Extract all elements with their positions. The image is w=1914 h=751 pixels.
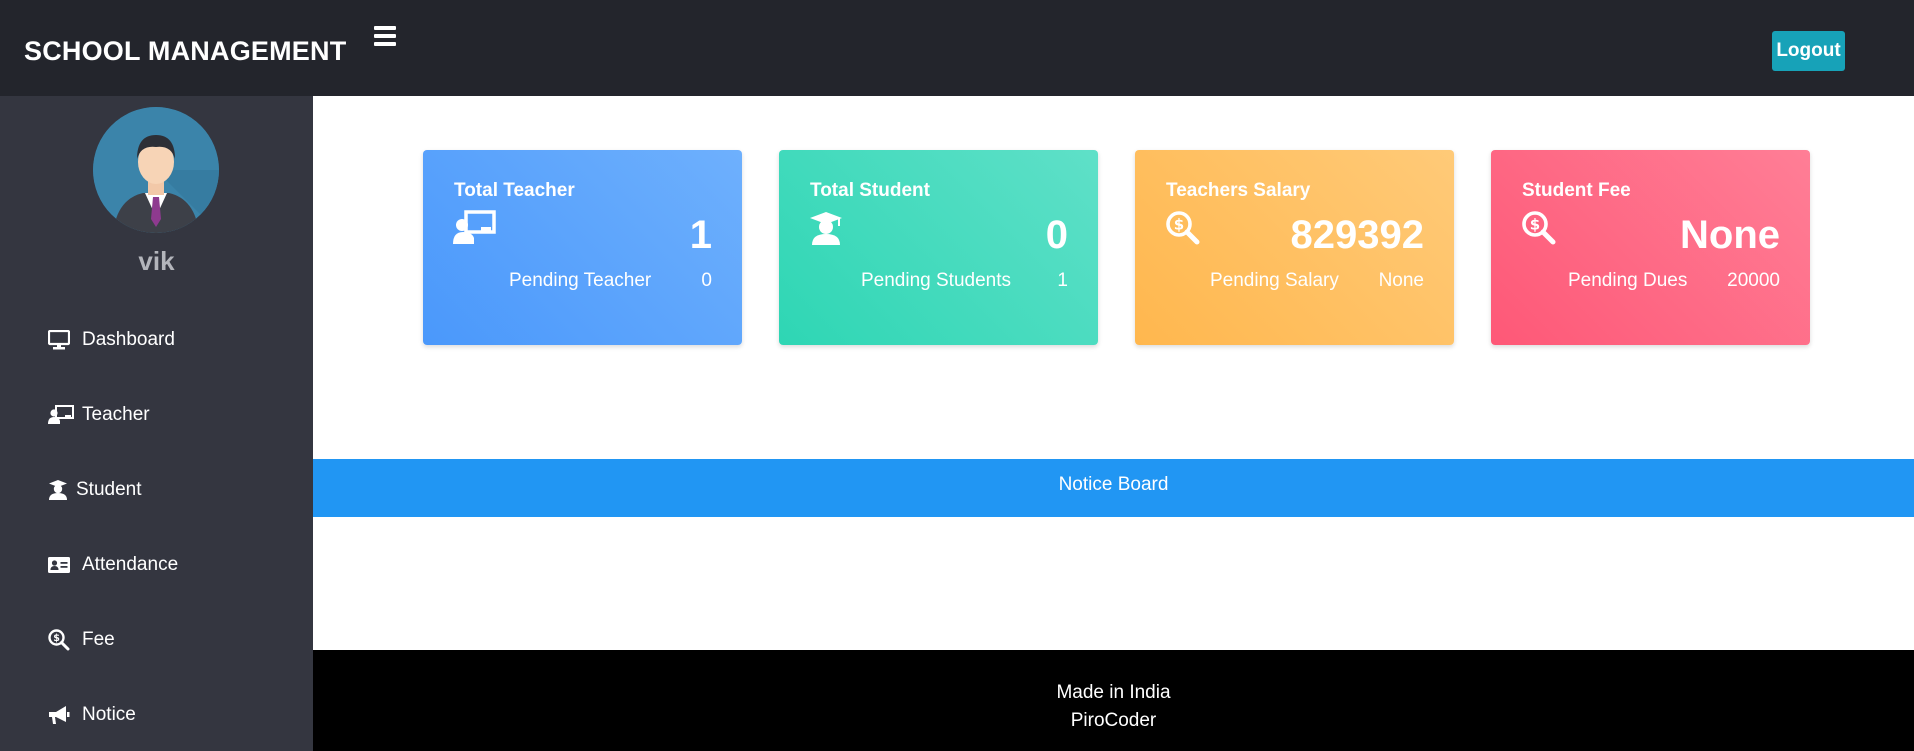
sidebar-item-label: Teacher: [82, 404, 150, 425]
monitor-icon: [48, 329, 74, 351]
footer-made-in: Made in India: [1056, 682, 1171, 703]
sidebar-item-label: Fee: [82, 629, 115, 650]
footer-credit: PiroCoder: [1070, 710, 1157, 731]
sidebar-item-fee[interactable]: $ Fee: [48, 625, 115, 655]
sidebar-item-label: Notice: [82, 704, 136, 725]
card-title: Student Fee: [1522, 180, 1631, 201]
card-title: Teachers Salary: [1166, 180, 1311, 201]
search-dollar-icon: $: [1521, 210, 1565, 246]
bullhorn-icon: [48, 704, 74, 726]
card-value: None: [1680, 213, 1780, 257]
hamburger-menu-icon[interactable]: [374, 26, 396, 46]
sidebar-item-dashboard[interactable]: Dashboard: [48, 325, 175, 355]
sidebar-item-label: Dashboard: [82, 329, 175, 350]
svg-text:$: $: [1530, 216, 1540, 234]
svg-text:$: $: [1174, 216, 1184, 234]
id-card-icon: [48, 554, 74, 576]
user-avatar-icon: [93, 107, 219, 233]
search-dollar-icon: $: [1165, 210, 1209, 246]
sidebar-item-attendance[interactable]: Attendance: [48, 550, 178, 580]
sidebar-item-teacher[interactable]: Teacher: [48, 400, 150, 430]
card-title: Total Teacher: [454, 180, 575, 201]
chalkboard-teacher-icon: [453, 210, 497, 246]
brand-title[interactable]: SCHOOL MANAGEMENT: [24, 36, 346, 67]
sidebar-item-label: Student: [76, 479, 142, 500]
stat-card-total-student[interactable]: Total Student 0 Pending Students 1: [779, 150, 1098, 345]
stat-card-total-teacher[interactable]: Total Teacher 1 Pending Teacher 0: [423, 150, 742, 345]
card-sub-label: Pending Teacher: [509, 270, 652, 291]
svg-text:$: $: [53, 633, 60, 644]
card-sub-label: Pending Salary: [1210, 270, 1339, 291]
chalkboard-teacher-icon: [48, 404, 74, 426]
user-graduate-icon: [48, 479, 68, 501]
footer: Made in India PiroCoder: [313, 650, 1914, 751]
search-dollar-icon: $: [48, 629, 74, 651]
card-title: Total Student: [810, 180, 930, 201]
card-value: 829392: [1290, 213, 1424, 257]
card-value: 1: [689, 213, 712, 257]
top-navbar: SCHOOL MANAGEMENT Logout: [0, 0, 1914, 96]
avatar: [93, 107, 219, 233]
card-value: 0: [1045, 213, 1068, 257]
card-sub-value: 1: [1057, 270, 1068, 291]
logout-button[interactable]: Logout: [1772, 31, 1845, 71]
stat-card-teachers-salary[interactable]: Teachers Salary $ 829392 Pending Salary …: [1135, 150, 1454, 345]
sidebar-username: vik: [138, 246, 175, 276]
stat-card-student-fee[interactable]: Student Fee $ None Pending Dues 20000: [1491, 150, 1810, 345]
sidebar: vik Dashboard Teacher Student Attendance…: [0, 96, 313, 751]
notice-board-header: Notice Board: [313, 459, 1914, 517]
card-sub-label: Pending Students: [861, 270, 1012, 291]
card-sub-value: 0: [701, 270, 712, 291]
user-graduate-icon: [809, 210, 853, 246]
sidebar-item-notice[interactable]: Notice: [48, 700, 136, 730]
card-sub-label: Pending Dues: [1568, 270, 1688, 291]
sidebar-item-label: Attendance: [82, 554, 179, 575]
card-sub-value: None: [1378, 270, 1424, 291]
sidebar-item-student[interactable]: Student: [48, 475, 142, 505]
card-sub-value: 20000: [1727, 270, 1780, 291]
